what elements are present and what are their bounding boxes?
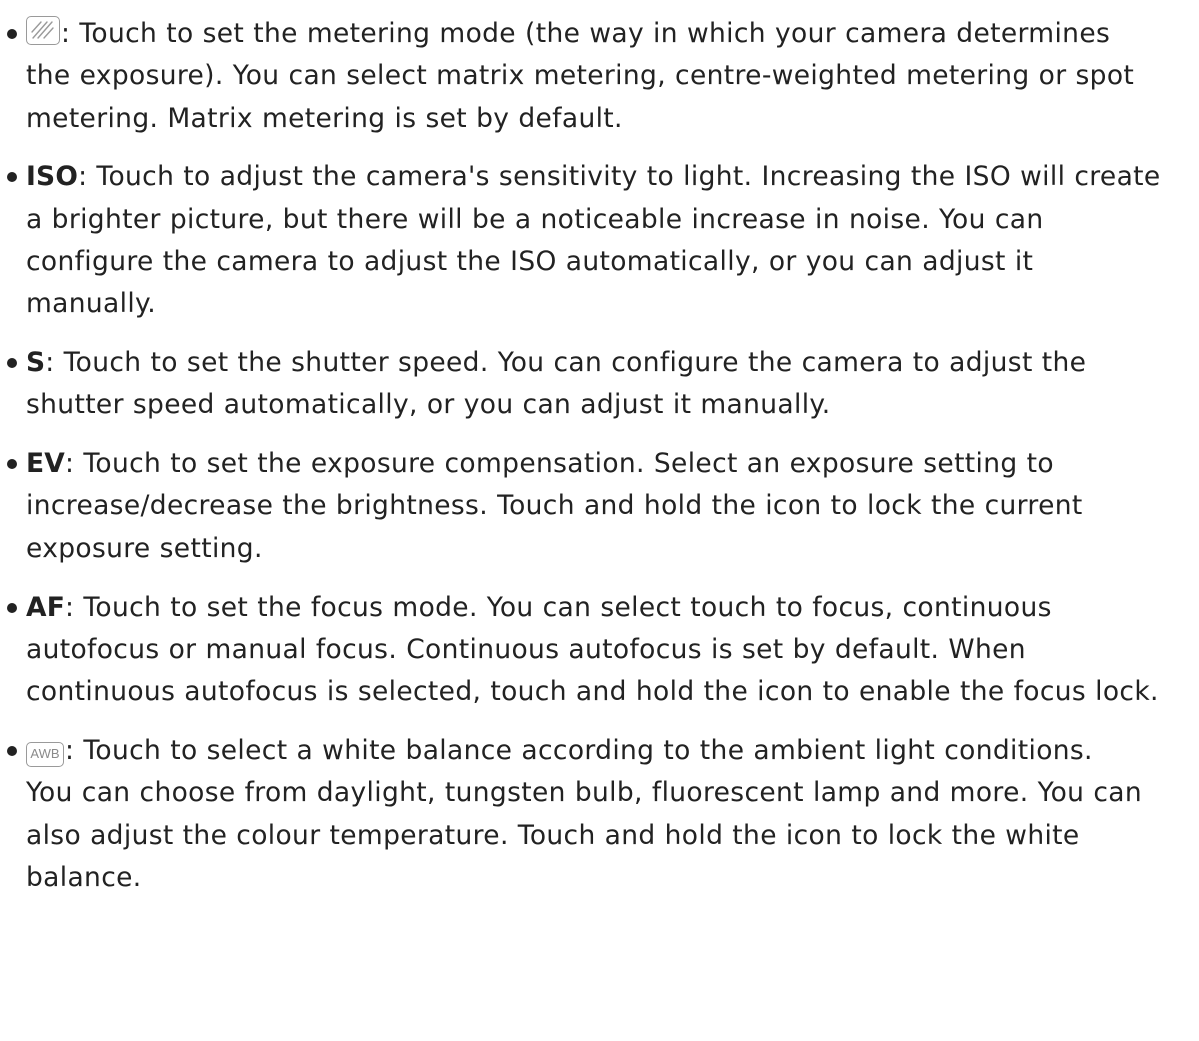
shutter-desc-line-2: shutter speed automatically, or you can …: [26, 389, 831, 421]
af-desc-line-1: : Touch to set the focus mode. You can s…: [65, 591, 1052, 623]
list-item-ev: EV: Touch to set the exposure compensati…: [6, 443, 1195, 570]
ev-desc-line-2: increase/decrease the brightness. Touch …: [26, 490, 1083, 522]
ev-desc-line-3: exposure setting.: [26, 532, 263, 564]
metering-desc-line-2: the exposure). You can select matrix met…: [26, 60, 1135, 92]
awb-desc-line-4: balance.: [26, 861, 142, 893]
list-item-shutter: S: Touch to set the shutter speed. You c…: [6, 342, 1195, 427]
metering-icon: [26, 16, 60, 45]
iso-desc-line-2: a brighter picture, but there will be a …: [26, 203, 1044, 235]
awb-desc-line-2: You can choose from daylight, tungsten b…: [26, 777, 1143, 809]
awb-icon: AWB: [26, 741, 64, 767]
term-shutter: S: [26, 347, 46, 379]
camera-settings-list: : Touch to set the metering mode (the wa…: [6, 13, 1195, 899]
bullet-icon: [7, 459, 17, 470]
list-item-metering: : Touch to set the metering mode (the wa…: [6, 13, 1195, 140]
bullet-icon: [7, 29, 17, 39]
iso-desc-line-3: configure the camera to adjust the ISO a…: [26, 245, 1034, 277]
af-desc-line-3: continuous autofocus is selected, touch …: [26, 676, 1159, 708]
term-iso: ISO: [26, 161, 79, 193]
document-page: : Touch to set the metering mode (the wa…: [0, 0, 1199, 1041]
bullet-icon: [7, 602, 17, 613]
list-item-awb: AWB: Touch to select a white balance acc…: [6, 730, 1195, 899]
bullet-icon: [7, 172, 17, 183]
iso-desc-line-4: manually.: [26, 288, 157, 320]
awb-desc-line-1: : Touch to select a white balance accord…: [65, 734, 1093, 766]
bullet-icon: [7, 358, 17, 369]
term-ev: EV: [26, 448, 66, 480]
af-desc-line-2: autofocus or manual focus. Continuous au…: [26, 633, 1026, 665]
ev-desc-line-1: : Touch to set the exposure compensation…: [65, 448, 1054, 480]
list-item-iso: ISO: Touch to adjust the camera's sensit…: [6, 156, 1195, 325]
shutter-desc-line-1: : Touch to set the shutter speed. You ca…: [45, 347, 1087, 379]
list-item-af: AF: Touch to set the focus mode. You can…: [6, 587, 1195, 714]
bullet-icon: [7, 745, 17, 756]
metering-desc-line-3: metering. Matrix metering is set by defa…: [26, 102, 623, 134]
iso-desc-line-1: : Touch to adjust the camera's sensitivi…: [78, 161, 1161, 193]
awb-desc-line-3: also adjust the colour temperature. Touc…: [26, 819, 1080, 851]
metering-desc-line-1: : Touch to set the metering mode (the wa…: [61, 18, 1111, 49]
term-af: AF: [26, 591, 66, 623]
